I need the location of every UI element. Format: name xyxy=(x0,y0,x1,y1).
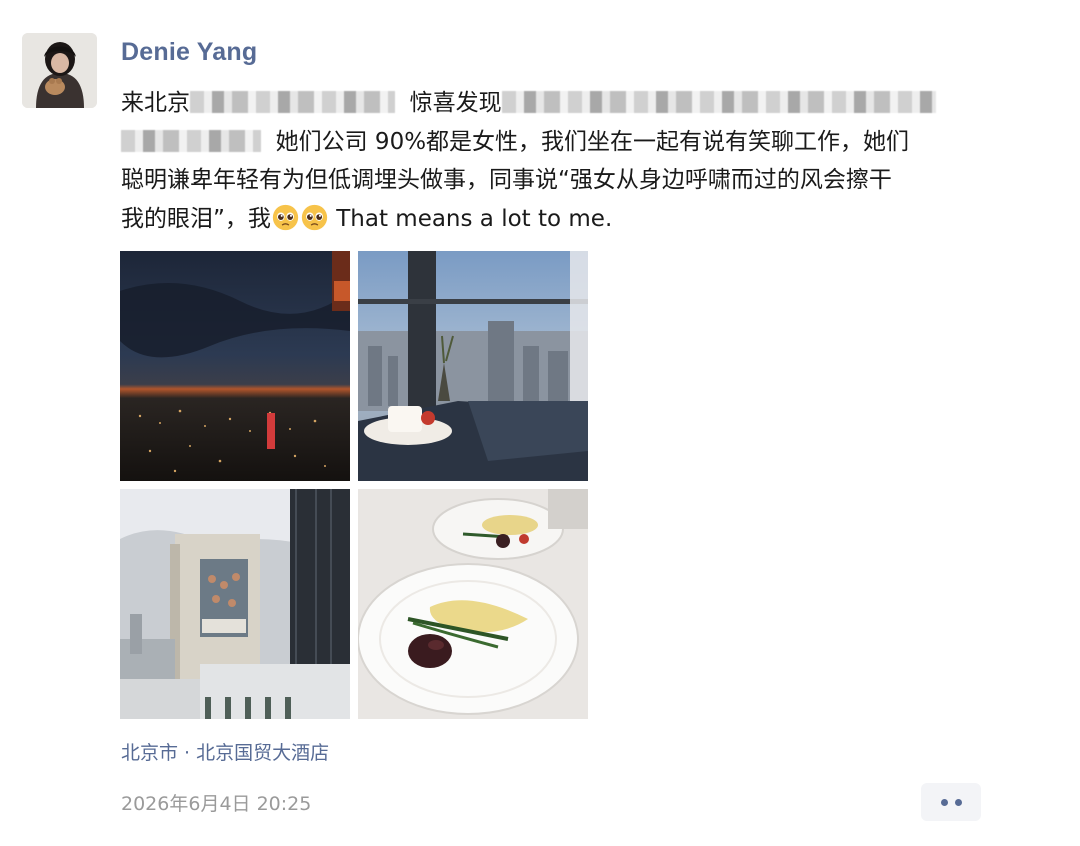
redacted-text xyxy=(190,91,395,113)
photo-night-skyline[interactable] xyxy=(120,251,350,481)
text-line-1: 来北京 惊喜发现 xyxy=(121,84,971,123)
text-line-3: 聪明谦卑年轻有为但低调埋头做事，同事说“强女从身边呼啸而过的风会擦干 xyxy=(121,167,892,193)
more-dots-icon xyxy=(954,798,962,806)
pleading-face-emoji-icon xyxy=(301,204,328,230)
photo-breakfast-plate[interactable] xyxy=(358,489,588,719)
author-name[interactable]: Denie Yang xyxy=(121,38,257,67)
text-line-4: 我的眼泪”，我 That means a lot to me. xyxy=(121,200,971,239)
post-text: 来北京 惊喜发现 她们公司 90%都是女性，我们坐在一起有说有笑聊工作，她们 聪… xyxy=(121,84,971,238)
redacted-text xyxy=(121,129,261,152)
photo-building-billboard[interactable] xyxy=(120,489,350,719)
text-line-2: 她们公司 90%都是女性，我们坐在一起有说有笑聊工作，她们 xyxy=(121,123,971,162)
location-link[interactable]: 北京市 · 北京国贸大酒店 xyxy=(121,738,329,765)
text-segment: 我的眼泪”，我 xyxy=(121,205,271,232)
post-timestamp: 2026年6月4日 20:25 xyxy=(121,793,312,815)
text-segment: 来北京 xyxy=(121,90,190,116)
avatar-photo xyxy=(22,33,97,108)
comment-menu-button[interactable] xyxy=(921,783,981,821)
pleading-face-emoji-icon xyxy=(272,204,299,230)
text-segment: That means a lot to me. xyxy=(336,205,613,232)
moments-post: Denie Yang 来北京 惊喜发现 她们公司 90%都是女性，我们坐在一起有… xyxy=(0,0,1080,846)
text-segment: 她们公司 90%都是女性，我们坐在一起有说有笑聊工作，她们 xyxy=(275,128,910,155)
photo-window-view-coffee[interactable] xyxy=(358,251,588,481)
avatar[interactable] xyxy=(22,33,97,108)
redacted-text xyxy=(501,91,936,113)
more-dots-icon xyxy=(940,798,948,806)
text-segment: 惊喜发现 xyxy=(409,90,502,116)
